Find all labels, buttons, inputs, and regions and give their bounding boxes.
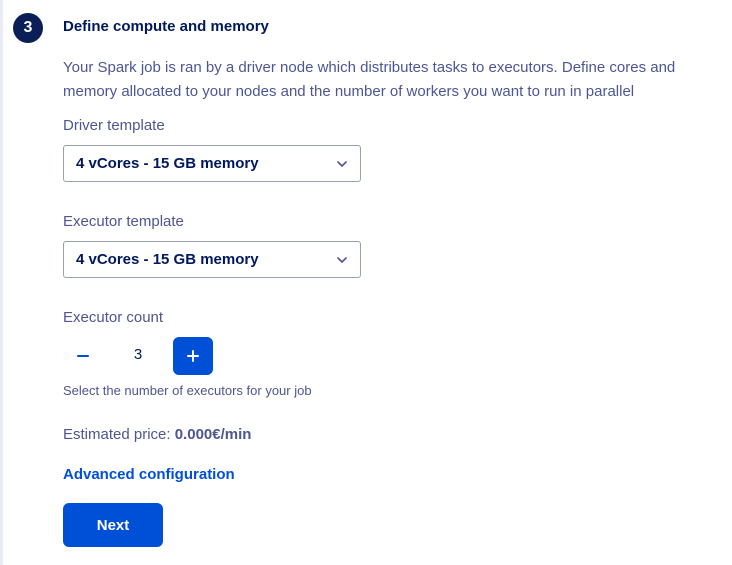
chevron-down-icon [337, 161, 347, 167]
driver-template-value: 4 vCores - 15 GB memory [76, 155, 259, 172]
executor-template-select[interactable]: 4 vCores - 15 GB memory [63, 241, 361, 278]
driver-template-label: Driver template [63, 117, 165, 134]
estimated-price-value: 0.000€/min [174, 426, 252, 443]
executor-count-value[interactable]: 3 [118, 346, 158, 363]
minus-icon [77, 355, 89, 357]
step-title: Define compute and memory [63, 18, 269, 35]
driver-template-select[interactable]: 4 vCores - 15 GB memory [63, 145, 361, 182]
executor-count-helper: Select the number of executors for your … [63, 383, 312, 398]
plus-icon [187, 350, 199, 362]
executor-count-label: Executor count [63, 309, 164, 326]
executor-template-label: Executor template [63, 213, 184, 230]
increment-button[interactable] [173, 337, 213, 375]
advanced-configuration-link[interactable]: Advanced configuration [63, 466, 235, 483]
decrement-button[interactable] [63, 337, 103, 375]
step-number-badge: 3 [13, 13, 43, 43]
executor-template-value: 4 vCores - 15 GB memory [76, 251, 259, 268]
next-button[interactable]: Next [63, 503, 163, 547]
estimated-price: Estimated price: 0.000€/min [63, 426, 251, 443]
step-description: Your Spark job is ran by a driver node w… [63, 59, 676, 100]
chevron-down-icon [337, 257, 347, 263]
stepper-rail [0, 0, 3, 565]
compute-memory-step: 3 Define compute and memory Your Spark j… [0, 0, 732, 565]
estimated-price-label: Estimated price: [63, 426, 171, 443]
